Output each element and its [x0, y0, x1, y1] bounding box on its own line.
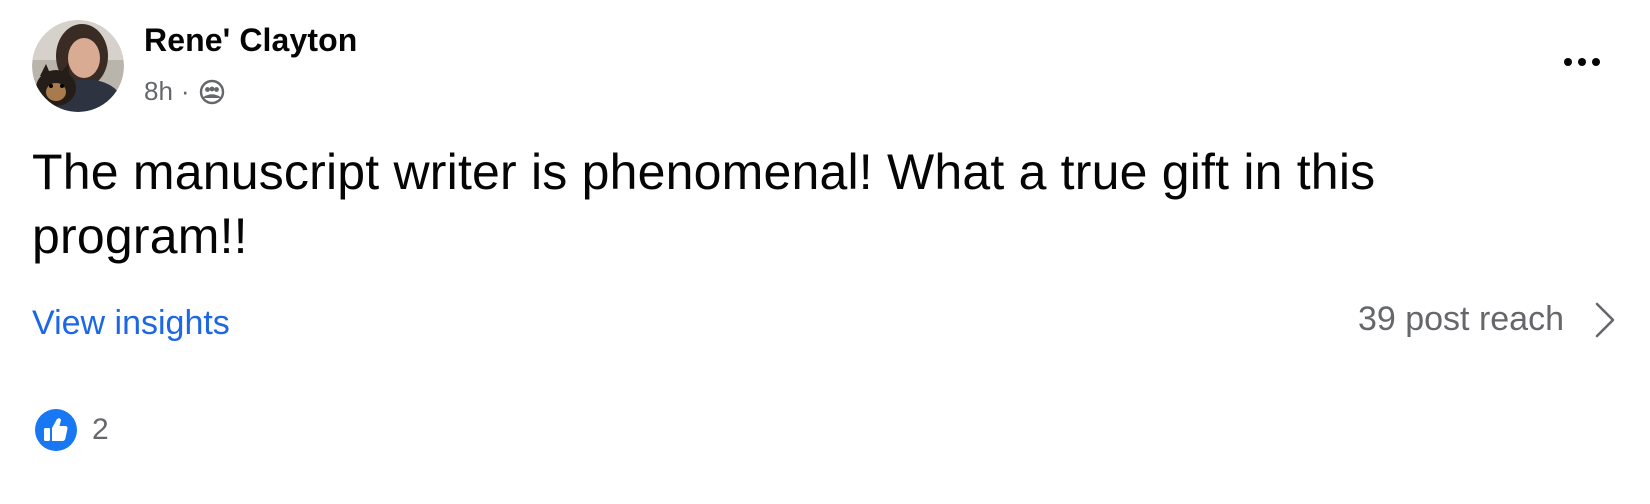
post-body-text: The manuscript writer is phenomenal! Wha… [32, 144, 1376, 264]
members-icon[interactable] [198, 78, 226, 106]
reactions-summary[interactable]: 2 [34, 408, 109, 452]
post-options-button[interactable] [1554, 46, 1610, 78]
post-reach-text: 39 post reach [1357, 300, 1564, 338]
ellipsis-icon [1564, 58, 1600, 66]
meta-separator: · [180, 76, 190, 106]
chevron-right-icon [1595, 302, 1615, 337]
post-timestamp[interactable]: 8h [144, 76, 173, 107]
author-avatar[interactable] [32, 20, 124, 112]
view-insights-link[interactable]: View insights [32, 304, 230, 343]
author-name[interactable]: Rene' Clayton [144, 22, 357, 59]
post-card: Rene' Clayton 8h · The manuscript writer… [0, 0, 1650, 504]
post-reach-link[interactable]: 39 post reach [1358, 300, 1616, 339]
thumbs-up-icon [35, 409, 77, 451]
post-meta: 8h · [144, 76, 226, 107]
reaction-count: 2 [92, 413, 109, 446]
